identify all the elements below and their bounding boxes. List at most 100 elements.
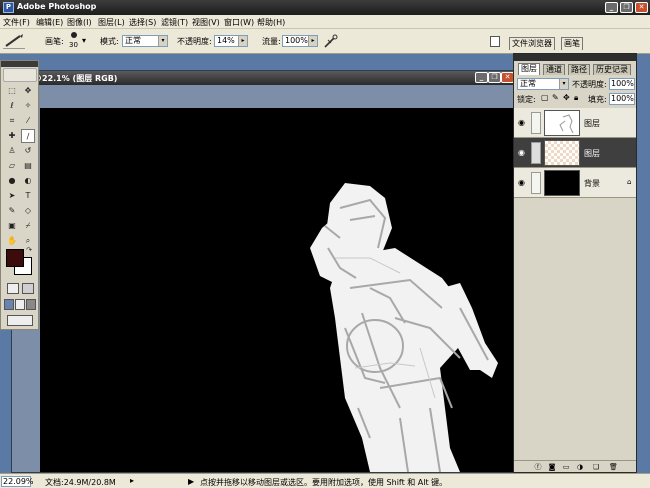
- tab-layers[interactable]: 图层: [518, 63, 540, 75]
- layer-row[interactable]: ◉ 图层: [514, 138, 636, 168]
- layer-row[interactable]: ◉ 背景 ⌂: [514, 168, 636, 198]
- magic-wand-tool-icon[interactable]: ✧: [21, 99, 35, 113]
- menu-image[interactable]: 图像(I): [67, 17, 92, 28]
- opacity-field[interactable]: 14% ▸: [214, 35, 248, 47]
- clone-stamp-tool-icon[interactable]: ♙: [5, 144, 19, 158]
- minimize-button[interactable]: _: [605, 2, 618, 13]
- blend-mode-select[interactable]: 正常 ▾: [517, 78, 569, 90]
- slice-tool-icon[interactable]: ⁄: [21, 114, 35, 128]
- palette-well-icon[interactable]: [490, 36, 500, 47]
- swap-colors-icon[interactable]: ↷: [24, 245, 34, 255]
- menu-file[interactable]: 文件(F): [3, 17, 30, 28]
- screen-mode-full-menu-icon[interactable]: [15, 299, 25, 310]
- brush-tool-icon[interactable]: /: [21, 129, 35, 143]
- pen-tool-icon[interactable]: ✎: [5, 204, 19, 218]
- layer-mask-icon[interactable]: ◙: [548, 463, 556, 471]
- image-canvas[interactable]: [40, 108, 513, 472]
- move-tool-icon[interactable]: ✥: [21, 84, 35, 98]
- tab-brushes[interactable]: 画笔: [561, 37, 583, 50]
- palette-header[interactable]: [514, 54, 636, 61]
- eyedropper-tool-icon[interactable]: ⌿: [21, 219, 35, 233]
- doc-minimize-button[interactable]: _: [475, 72, 488, 83]
- eraser-tool-icon[interactable]: ▱: [5, 159, 19, 173]
- layer-link-box[interactable]: [531, 172, 541, 194]
- adjustment-layer-icon[interactable]: ◑: [576, 463, 584, 471]
- restore-button[interactable]: ❐: [620, 2, 633, 13]
- marquee-tool-icon[interactable]: ⬚: [5, 84, 19, 98]
- lock-position-icon[interactable]: ✥: [563, 93, 570, 102]
- airbrush-toggle-icon[interactable]: [323, 34, 339, 49]
- adobe-online-logo-icon[interactable]: [3, 68, 37, 82]
- brush-tool-icon[interactable]: [3, 33, 25, 49]
- eye-visibility-icon[interactable]: ◉: [517, 178, 526, 187]
- fill-field[interactable]: 100%: [609, 93, 635, 105]
- history-brush-tool-icon[interactable]: ↺: [21, 144, 35, 158]
- notes-tool-icon[interactable]: ▣: [5, 219, 19, 233]
- layer-style-icon[interactable]: ⓕ: [534, 463, 542, 471]
- layer-link-box[interactable]: [531, 112, 541, 134]
- menu-layer[interactable]: 图层(L): [98, 17, 125, 28]
- menu-window[interactable]: 窗口(W): [224, 17, 254, 28]
- tab-channels[interactable]: 通道: [543, 64, 565, 75]
- lock-transparency-icon[interactable]: ▢: [541, 93, 549, 102]
- status-menu-arrow-icon[interactable]: ▸: [130, 476, 134, 485]
- lock-image-icon[interactable]: ✎: [552, 93, 559, 102]
- eye-visibility-icon[interactable]: ◉: [517, 148, 526, 157]
- menu-view[interactable]: 视图(V): [192, 17, 220, 28]
- delete-layer-icon[interactable]: 🗑︎: [609, 463, 618, 471]
- dropdown-arrow-icon: ▾: [158, 36, 167, 46]
- foreground-color-swatch[interactable]: [6, 249, 24, 267]
- brush-preset-icon[interactable]: [71, 32, 77, 38]
- brush-picker-arrow-icon[interactable]: ▾: [82, 36, 86, 45]
- layer-name: 图层: [584, 149, 600, 158]
- lock-icon: ⌂: [627, 178, 632, 186]
- new-layer-icon[interactable]: ❏: [592, 463, 600, 471]
- screen-mode-full-icon[interactable]: [26, 299, 36, 310]
- opacity-value: 14%: [217, 36, 235, 45]
- lasso-tool-icon[interactable]: ℓ: [5, 99, 19, 113]
- layer-thumbnail: [544, 140, 580, 166]
- flow-field[interactable]: 100% ▸: [282, 35, 318, 47]
- lock-fill-row: 锁定: ▢ ✎ ✥ 🔒︎ 填充: 100%: [514, 93, 636, 105]
- quick-mask-button[interactable]: [22, 283, 34, 294]
- gradient-tool-icon[interactable]: ▤: [21, 159, 35, 173]
- toolbox-header[interactable]: [1, 61, 38, 67]
- healing-brush-tool-icon[interactable]: ✚: [5, 129, 19, 143]
- screen-mode-standard-icon[interactable]: [4, 299, 14, 310]
- tab-paths[interactable]: 路径: [568, 64, 590, 75]
- layer-set-icon[interactable]: ▭: [562, 463, 570, 471]
- crop-tool-icon[interactable]: ⌗: [5, 114, 19, 128]
- dodge-tool-icon[interactable]: ◐: [21, 174, 35, 188]
- path-selection-tool-icon[interactable]: ➤: [5, 189, 19, 203]
- doc-maximize-button[interactable]: ❐: [488, 72, 501, 83]
- tab-file-browser[interactable]: 文件浏览器: [509, 37, 555, 50]
- menu-help[interactable]: 帮助(H): [257, 17, 285, 28]
- blur-tool-icon[interactable]: ●: [5, 174, 19, 188]
- mode-select[interactable]: 正常 ▾: [122, 35, 168, 47]
- lock-all-icon[interactable]: 🔒︎: [574, 93, 578, 103]
- layers-palette-footer: ⓕ ◙ ▭ ◑ ❏ 🗑︎: [514, 460, 636, 472]
- standard-mode-button[interactable]: [7, 283, 19, 294]
- mode-value: 正常: [125, 36, 141, 45]
- menu-filter[interactable]: 滤镜(T): [161, 17, 188, 28]
- photoshop-app-icon[interactable]: P: [3, 2, 14, 13]
- brush-active-icon[interactable]: [531, 142, 541, 164]
- tab-history[interactable]: 历史记录: [593, 64, 631, 75]
- type-tool-icon[interactable]: T: [21, 189, 35, 203]
- zoom-field[interactable]: 22.09%: [1, 476, 34, 487]
- jump-to-imageready-icon[interactable]: [7, 315, 33, 326]
- layer-row[interactable]: ◉ 图层: [514, 108, 636, 138]
- layer-opacity-field[interactable]: 100%: [609, 78, 635, 90]
- document-title: 22.1% (图层 RGB): [42, 74, 118, 83]
- menu-edit[interactable]: 编辑(E): [36, 17, 63, 28]
- menu-select[interactable]: 选择(S): [129, 17, 156, 28]
- blend-mode-value: 正常: [520, 79, 536, 88]
- sketch-thumbnail-icon: [559, 114, 574, 134]
- hand-tool-icon[interactable]: ✋: [5, 234, 19, 248]
- close-button[interactable]: ✕: [635, 2, 648, 13]
- document-titlebar[interactable]: 22.1% (图层 RGB) _ ❐ ✕: [12, 71, 514, 85]
- eye-visibility-icon[interactable]: ◉: [517, 118, 526, 127]
- shape-tool-icon[interactable]: ◇: [21, 204, 35, 218]
- layer-name: 背景: [584, 179, 600, 188]
- lock-label: 锁定:: [517, 95, 536, 104]
